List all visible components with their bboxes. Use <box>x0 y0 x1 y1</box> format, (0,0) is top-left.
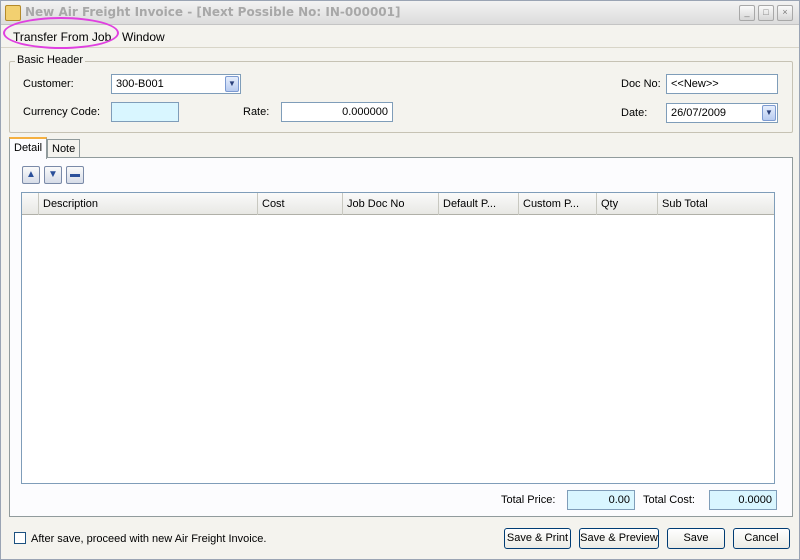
minimize-button[interactable]: _ <box>739 5 755 21</box>
save-button[interactable]: Save <box>667 528 725 549</box>
column-header-default-price[interactable]: Default P... <box>439 193 519 215</box>
tab-note[interactable]: Note <box>47 139 81 159</box>
save-preview-button[interactable]: Save & Preview <box>579 528 659 549</box>
proceed-new-label[interactable]: After save, proceed with new Air Freight… <box>31 533 266 545</box>
customer-value: 300-B001 <box>116 78 164 90</box>
move-down-button[interactable]: ▼ <box>44 166 62 184</box>
doc-no-label: Doc No: <box>621 78 661 90</box>
column-header-cost[interactable]: Cost <box>258 193 343 215</box>
tab-detail[interactable]: Detail <box>9 137 48 159</box>
date-picker[interactable]: 26/07/2009 ▼ <box>666 103 778 123</box>
menu-bar: Transfer From Job Window <box>1 26 799 48</box>
minus-icon: ▬ <box>70 169 80 180</box>
app-icon <box>5 5 21 21</box>
doc-no-input[interactable]: <<New>> <box>666 74 778 94</box>
currency-code-label: Currency Code: <box>23 106 101 118</box>
customer-label: Customer: <box>23 78 74 90</box>
column-header-sub-total[interactable]: Sub Total <box>658 193 774 215</box>
column-header-qty[interactable]: Qty <box>597 193 658 215</box>
column-header-description[interactable]: Description <box>39 193 258 215</box>
total-price-label: Total Price: <box>501 494 556 506</box>
window-title: New Air Freight Invoice - [Next Possible… <box>25 5 401 19</box>
arrow-up-icon: ▲ <box>26 169 36 180</box>
menu-window[interactable]: Window <box>122 30 165 44</box>
arrow-down-icon: ▼ <box>48 169 58 180</box>
rate-input[interactable]: 0.000000 <box>281 102 393 122</box>
chevron-down-icon[interactable]: ▼ <box>225 76 239 92</box>
maximize-button[interactable]: □ <box>758 5 774 21</box>
column-header-job-doc-no[interactable]: Job Doc No <box>343 193 439 215</box>
rate-label: Rate: <box>243 106 270 118</box>
close-button[interactable]: × <box>777 5 793 21</box>
detail-grid[interactable]: Description Cost Job Doc No Default P...… <box>21 192 775 484</box>
cancel-button[interactable]: Cancel <box>733 528 790 549</box>
move-up-button[interactable]: ▲ <box>22 166 40 184</box>
proceed-new-checkbox[interactable] <box>14 532 26 544</box>
date-value: 26/07/2009 <box>671 107 727 119</box>
customer-select[interactable]: 300-B001 ▼ <box>111 74 241 94</box>
column-header-selector[interactable] <box>22 193 39 215</box>
column-header-custom-price[interactable]: Custom P... <box>519 193 597 215</box>
title-bar[interactable]: New Air Freight Invoice - [Next Possible… <box>1 1 799 25</box>
total-price-value: 0.00 <box>567 490 635 510</box>
remove-row-button[interactable]: ▬ <box>66 166 84 184</box>
save-print-button[interactable]: Save & Print <box>504 528 571 549</box>
date-label: Date: <box>621 107 648 119</box>
currency-code-input[interactable] <box>111 102 179 122</box>
grid-header: Description Cost Job Doc No Default P...… <box>22 193 774 215</box>
total-cost-value: 0.0000 <box>709 490 777 510</box>
chevron-down-icon[interactable]: ▼ <box>762 105 776 121</box>
total-cost-label: Total Cost: <box>643 494 695 506</box>
menu-transfer-from-job[interactable]: Transfer From Job <box>13 30 111 44</box>
invoice-window: New Air Freight Invoice - [Next Possible… <box>0 0 800 560</box>
basic-header-label: Basic Header <box>15 54 86 66</box>
